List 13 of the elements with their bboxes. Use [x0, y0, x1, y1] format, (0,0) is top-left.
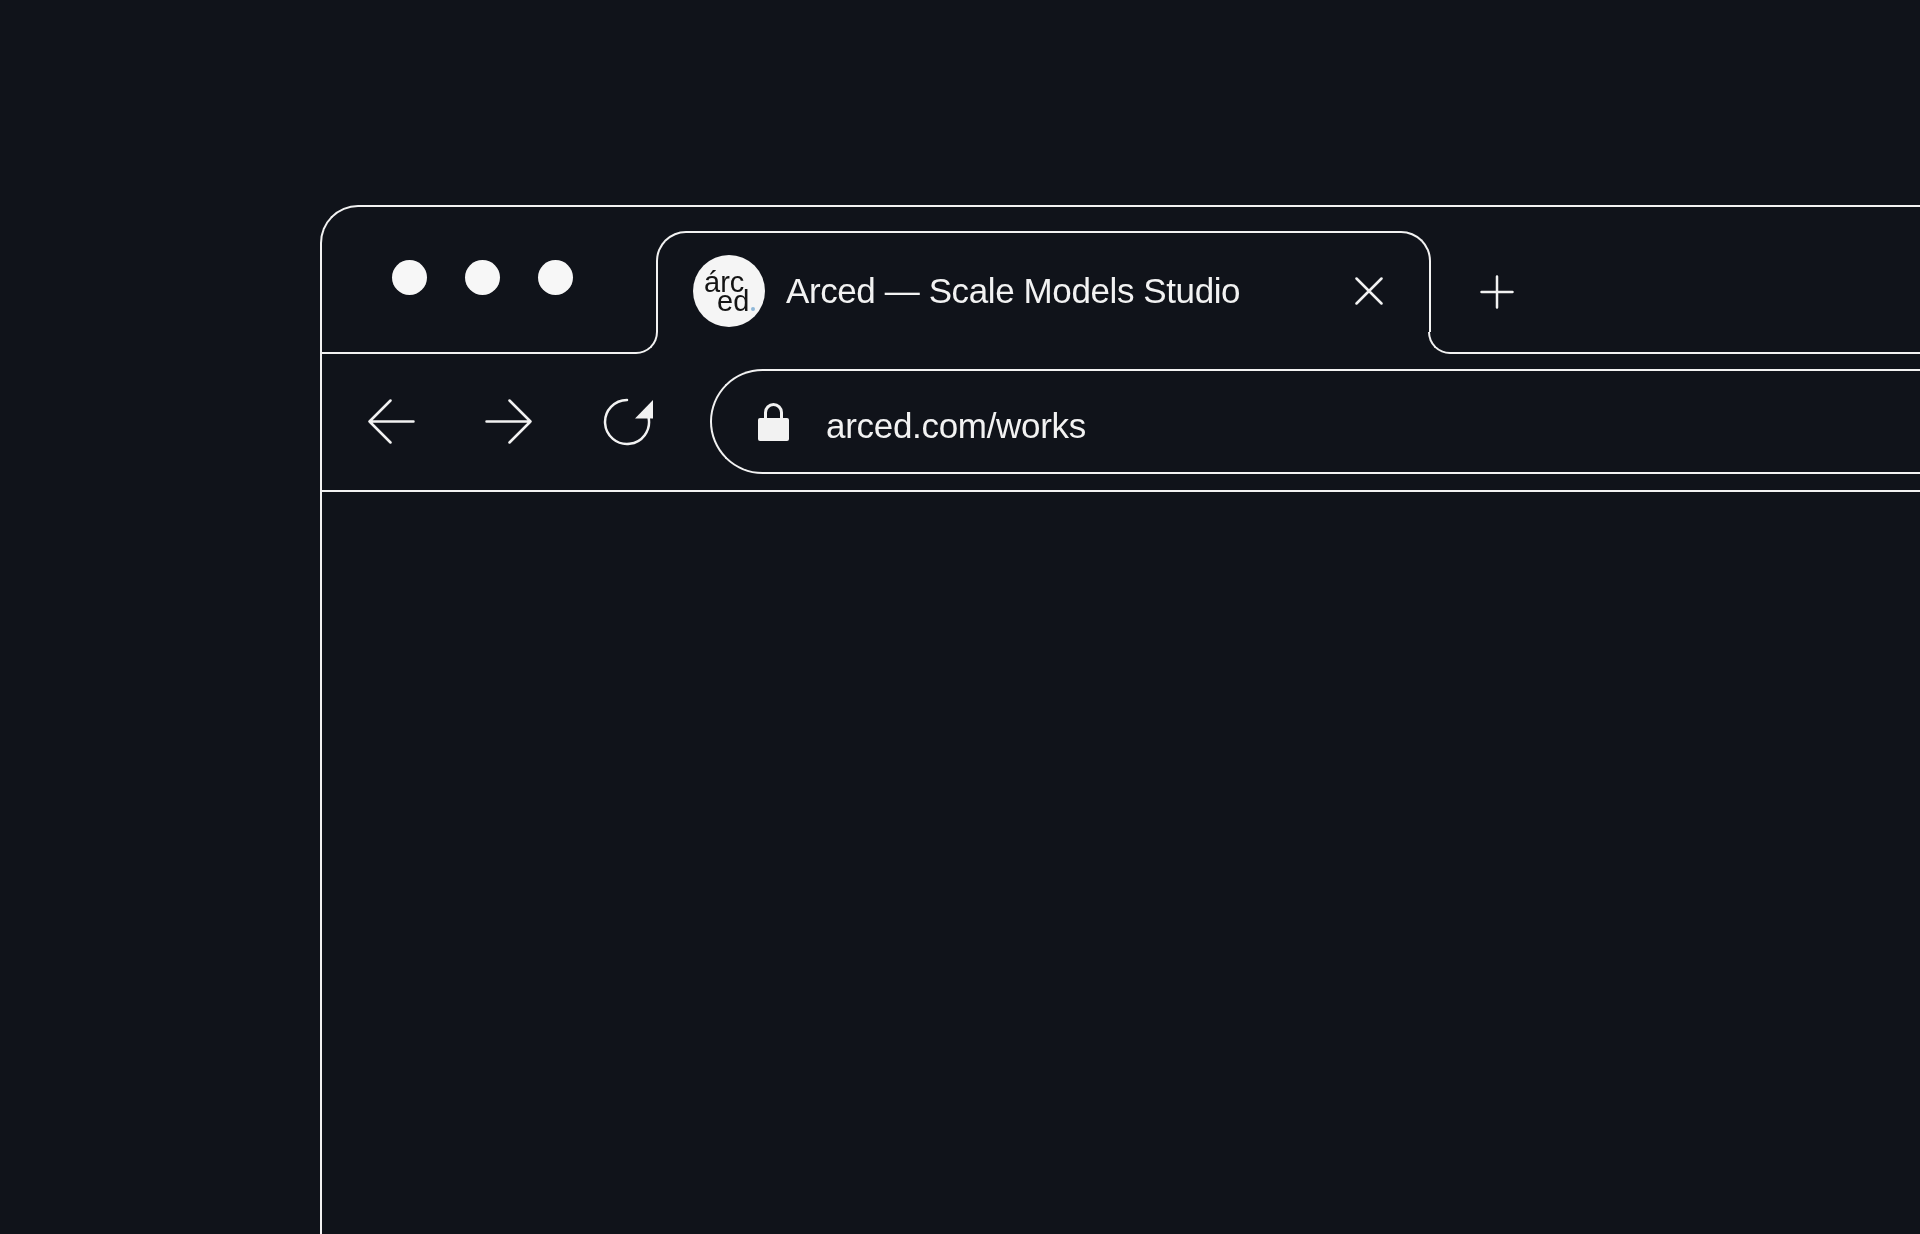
window-control-button[interactable]	[392, 260, 427, 296]
close-icon	[1355, 277, 1383, 305]
plus-icon	[1479, 274, 1514, 309]
left-arrow-icon	[367, 399, 415, 445]
reload-icon	[601, 397, 654, 446]
right-arrow-icon	[484, 399, 532, 445]
tab-title: Arced — Scale Models Studio	[786, 271, 1241, 311]
site-logo: árc ed	[693, 255, 765, 327]
browser-tab[interactable]: árc ed Arced — Scale Models Studio	[655, 230, 1431, 332]
address-input[interactable]: arced.com/works	[826, 405, 1920, 446]
window-control-button[interactable]	[538, 260, 573, 296]
window-control-button[interactable]	[465, 260, 500, 296]
address-bar[interactable]: arced.com/works	[709, 369, 1920, 475]
